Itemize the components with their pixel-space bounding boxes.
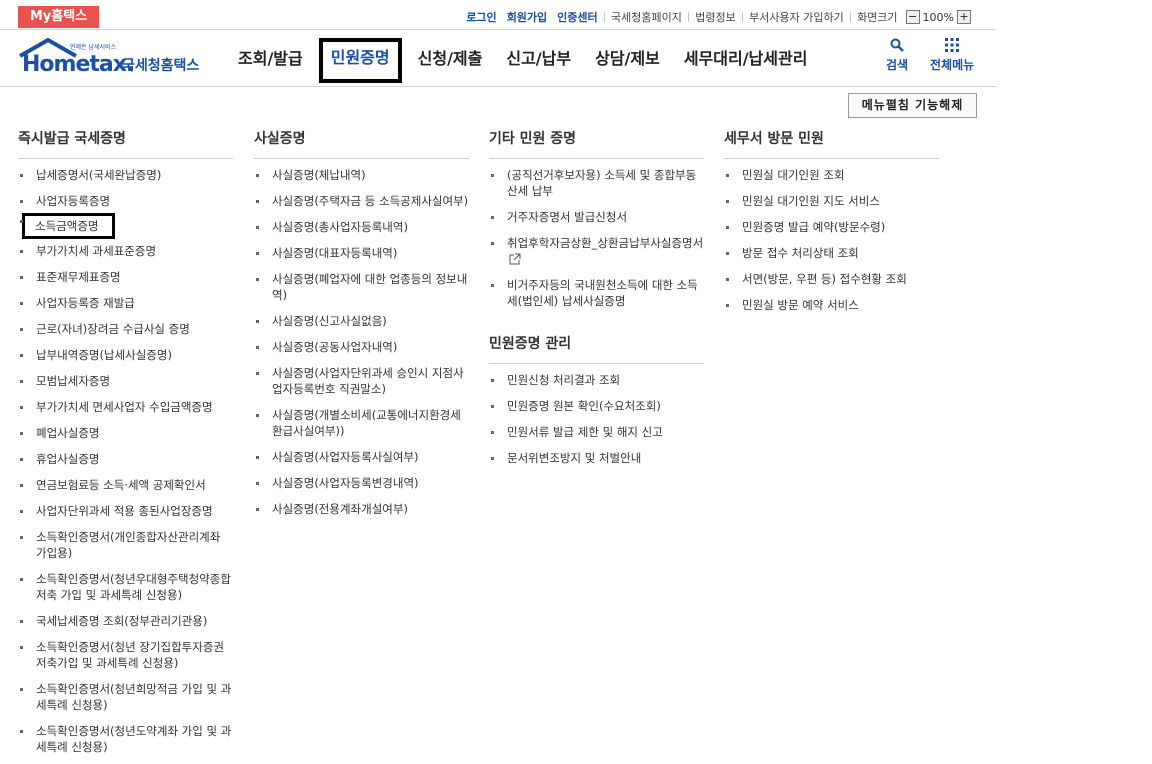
search-label: 검색 — [886, 58, 909, 72]
external-link-icon — [509, 253, 521, 265]
menu-item[interactable]: 민원증명 원본 확인(수요처조회) — [489, 398, 704, 414]
nav-inquiry-issue[interactable]: 조회/발급 — [226, 40, 315, 80]
menu-item[interactable]: 민원증명 발급 예약(방문수령) — [724, 219, 939, 235]
menu-item[interactable]: 사업자등록증 재발급 — [18, 295, 233, 311]
menu-item[interactable]: 부가가치세 면세사업자 수입금액증명 — [18, 399, 233, 415]
zoom-in-button[interactable]: + — [957, 10, 971, 24]
menu-item[interactable]: 사실증명(사업자등록사실여부) — [254, 449, 469, 465]
instant-items-list: 납세증명서(국세완납증명) 사업자등록증명 소득금액증명 부가가치세 과세표준증… — [18, 167, 233, 755]
menu-item[interactable]: 사실증명(사업자등록변경내역) — [254, 475, 469, 491]
search-button[interactable]: 검색 — [886, 38, 908, 73]
menu-item[interactable]: 사실증명(체납내역) — [254, 167, 469, 183]
menu-item[interactable]: 사실증명(신고사실없음) — [254, 313, 469, 329]
menu-item[interactable]: 납세증명서(국세완납증명) — [18, 167, 233, 183]
menu-item[interactable]: 소득확인증명서(청년우대형주택청약종합저축 가입 및 과세특례 신청용) — [18, 571, 233, 603]
nav-consult-report[interactable]: 상담/제보 — [583, 40, 672, 80]
signup-link[interactable]: 회원가입 — [502, 9, 552, 25]
fact-items-list: 사실증명(체납내역) 사실증명(주택자금 등 소득공제사실여부) 사실증명(총사… — [254, 167, 469, 517]
menu-item[interactable]: (공직선거후보자용) 소득세 및 종합부동산세 납부 — [489, 167, 704, 199]
all-menu-label: 전체메뉴 — [930, 58, 975, 72]
menu-item[interactable]: 민원신청 처리결과 조회 — [489, 372, 704, 388]
screen-size-label: 화면크기 — [857, 11, 898, 24]
menu-item[interactable]: 모범납세자증명 — [18, 373, 233, 389]
menu-item[interactable]: 거주자증명서 발급신청서 — [489, 209, 704, 225]
menu-item[interactable]: 사실증명(개별소비세(교통에너지환경세 환급사실여부)) — [254, 407, 469, 439]
menu-item[interactable]: 표준재무제표증명 — [18, 269, 233, 285]
logo-tagline: 언제든 납세서비스 — [70, 44, 117, 51]
logo-wordmark: Hometax. — [22, 52, 134, 77]
menu-item-external[interactable]: 취업후학자금상환_상환금납부사실증명서 — [489, 235, 704, 267]
menu-item[interactable]: 소득확인증명서(개인종합자산관리계좌 가입용) — [18, 529, 233, 561]
menu-item[interactable]: 소득확인증명서(청년도약계좌 가입 및 과세특례 신청용) — [18, 723, 233, 755]
nav-civil-certificate[interactable]: 민원증명 — [318, 38, 402, 83]
menu-item[interactable]: 사실증명(대표자등록내역) — [254, 245, 469, 261]
hometax-logo[interactable]: 언제든 납세서비스 Hometax. 국세청홈택스 — [18, 38, 208, 78]
logo-korean-name: 국세청홈택스 — [122, 58, 200, 74]
column-title-fact: 사실증명 — [254, 128, 469, 159]
visit-items-list: 민원실 대기인원 조회 민원실 대기인원 지도 서비스 민원증명 발급 예약(방… — [724, 167, 939, 313]
menu-item[interactable]: 방문 접수 처리상태 조회 — [724, 245, 939, 261]
menu-item[interactable]: 사실증명(주택자금 등 소득공제사실여부) — [254, 193, 469, 209]
nav-apply-submit[interactable]: 신청/제출 — [406, 40, 495, 80]
column-title-instant: 즉시발급 국세증명 — [18, 128, 233, 159]
column-title-manage: 민원증명 관리 — [489, 333, 704, 364]
menu-item[interactable]: 국세납세증명 조회(정부관리기관용) — [18, 613, 233, 629]
menu-item[interactable]: 소득확인증명서(청년희망적금 가입 및 과세특례 신청용) — [18, 681, 233, 713]
menu-item[interactable]: 휴업사실증명 — [18, 451, 233, 467]
menu-item[interactable]: 소득확인증명서(청년 장기집합투자증권저축가입 및 과세특례 신청용) — [18, 639, 233, 671]
main-header: 언제든 납세서비스 Hometax. 국세청홈택스 조회/발급 민원증명 신청/… — [0, 30, 996, 87]
menu-item[interactable]: 연금보험료등 소득·세액 공제확인서 — [18, 477, 233, 493]
menu-item[interactable]: 민원실 대기인원 지도 서비스 — [724, 193, 939, 209]
column-office-visit: 세무서 방문 민원 민원실 대기인원 조회 민원실 대기인원 지도 서비스 민원… — [724, 128, 939, 313]
menu-item[interactable]: 근로(자녀)장려금 수급사실 증명 — [18, 321, 233, 337]
zoom-value: 100% — [922, 10, 954, 24]
menu-item[interactable]: 사실증명(공동사업자내역) — [254, 339, 469, 355]
dept-user-signup-link[interactable]: 부서사용자 가입하기 — [744, 9, 849, 25]
menu-expand-toggle-button[interactable]: 메뉴펼침 기능해제 — [848, 93, 977, 118]
menu-item[interactable]: 폐업사실증명 — [18, 425, 233, 441]
nav-tax-agent[interactable]: 세무대리/납세관리 — [672, 40, 820, 80]
menu-item-label: 취업후학자금상환_상환금납부사실증명서 — [507, 236, 704, 250]
menu-item[interactable]: 사실증명(총사업자등록내역) — [254, 219, 469, 235]
column-title-visit: 세무서 방문 민원 — [724, 128, 939, 159]
menu-item[interactable]: 서면(방문, 우편 등) 접수현황 조회 — [724, 271, 939, 287]
menu-item-income-amount[interactable]: 소득금액증명 — [18, 213, 233, 239]
search-icon — [890, 38, 904, 52]
menu-item[interactable]: 사업자단위과세 적용 종된사업장증명 — [18, 503, 233, 519]
all-menu-button[interactable]: 전체메뉴 — [930, 38, 974, 73]
menu-item[interactable]: 비거주자등의 국내원천소득에 대한 소득세(법인세) 납세사실증명 — [489, 277, 704, 309]
income-amount-link[interactable]: 소득금액증명 — [22, 213, 116, 239]
nts-homepage-link[interactable]: 국세청홈페이지 — [606, 9, 687, 25]
menu-item[interactable]: 사실증명(폐업자에 대한 업종등의 정보내역) — [254, 271, 469, 303]
my-hometax-tab[interactable]: My홈택스 — [18, 6, 99, 28]
law-info-link[interactable]: 법령정보 — [690, 9, 740, 25]
menu-item[interactable]: 민원실 방문 예약 서비스 — [724, 297, 939, 313]
menu-item[interactable]: 사실증명(전용계좌개설여부) — [254, 501, 469, 517]
cert-center-link[interactable]: 인증센터 — [552, 9, 602, 25]
menu-item[interactable]: 민원실 대기인원 조회 — [724, 167, 939, 183]
column-instant-issue: 즉시발급 국세증명 납세증명서(국세완납증명) 사업자등록증명 소득금액증명 부… — [18, 128, 233, 755]
column-other-certificate: 기타 민원 증명 (공직선거후보자용) 소득세 및 종합부동산세 납부 거주자증… — [489, 128, 704, 466]
menu-item[interactable]: 문서위변조방지 및 처벌안내 — [489, 450, 704, 466]
other-items-list: (공직선거후보자용) 소득세 및 종합부동산세 납부 거주자증명서 발급신청서 … — [489, 167, 704, 309]
menu-item[interactable]: 사업자등록증명 — [18, 193, 233, 209]
grid-menu-icon — [945, 38, 960, 52]
global-nav: 조회/발급 민원증명 신청/제출 신고/납부 상담/제보 세무대리/납세관리 — [226, 38, 820, 83]
menu-item[interactable]: 사실증명(사업자단위과세 승인시 지점사업자등록번호 직권말소) — [254, 365, 469, 397]
nav-report-pay[interactable]: 신고/납부 — [494, 40, 583, 80]
zoom-out-button[interactable]: − — [905, 10, 920, 24]
utility-links: 로그인 회원가입 인증센터 | 국세청홈페이지 | 법령정보 | 부서사용자 가… — [461, 9, 974, 25]
column-fact-certificate: 사실증명 사실증명(체납내역) 사실증명(주택자금 등 소득공제사실여부) 사실… — [254, 128, 469, 517]
menu-item[interactable]: 민원서류 발급 제한 및 해지 신고 — [489, 424, 704, 440]
login-link[interactable]: 로그인 — [461, 9, 501, 25]
menu-item[interactable]: 납부내역증명(납세사실증명) — [18, 347, 233, 363]
manage-items-list: 민원신청 처리결과 조회 민원증명 원본 확인(수요처조회) 민원서류 발급 제… — [489, 372, 704, 466]
menu-item[interactable]: 부가가치세 과세표준증명 — [18, 243, 233, 259]
column-title-other: 기타 민원 증명 — [489, 128, 704, 159]
top-utility-bar: My홈택스 로그인 회원가입 인증센터 | 국세청홈페이지 | 법령정보 | 부… — [0, 0, 996, 30]
